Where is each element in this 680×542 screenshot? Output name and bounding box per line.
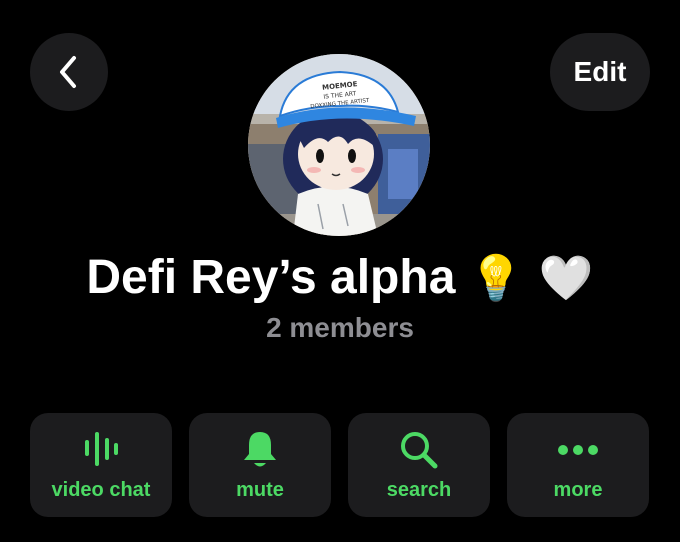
group-info-screen: Edit MOEMOE IS THE ART DOXXING THE ARTIS…: [0, 0, 680, 542]
mute-label: mute: [236, 479, 284, 501]
more-button[interactable]: more: [507, 413, 649, 517]
member-count[interactable]: 2 members: [0, 312, 680, 344]
group-name-text: Defi Rey’s alpha: [86, 251, 456, 304]
search-icon: [348, 429, 490, 471]
more-label: more: [553, 479, 603, 501]
back-button[interactable]: [30, 33, 108, 111]
group-avatar[interactable]: MOEMOE IS THE ART DOXXING THE ARTIST: [248, 54, 430, 236]
group-name-emojis: 💡 🤍: [468, 253, 594, 304]
group-name: Defi Rey’s alpha 💡 🤍: [0, 250, 680, 305]
mute-button[interactable]: mute: [189, 413, 331, 517]
chevron-left-icon: [60, 56, 76, 88]
ellipsis-icon: [507, 429, 649, 471]
edit-button[interactable]: Edit: [550, 33, 650, 111]
video-chat-button[interactable]: video chat: [30, 413, 172, 517]
search-label: search: [386, 479, 452, 501]
bell-icon: [189, 429, 331, 471]
video-chat-label: video chat: [51, 479, 151, 501]
voice-wave-icon: [30, 429, 172, 471]
action-bar: video chat mute search more: [30, 413, 650, 517]
search-button[interactable]: search: [348, 413, 490, 517]
